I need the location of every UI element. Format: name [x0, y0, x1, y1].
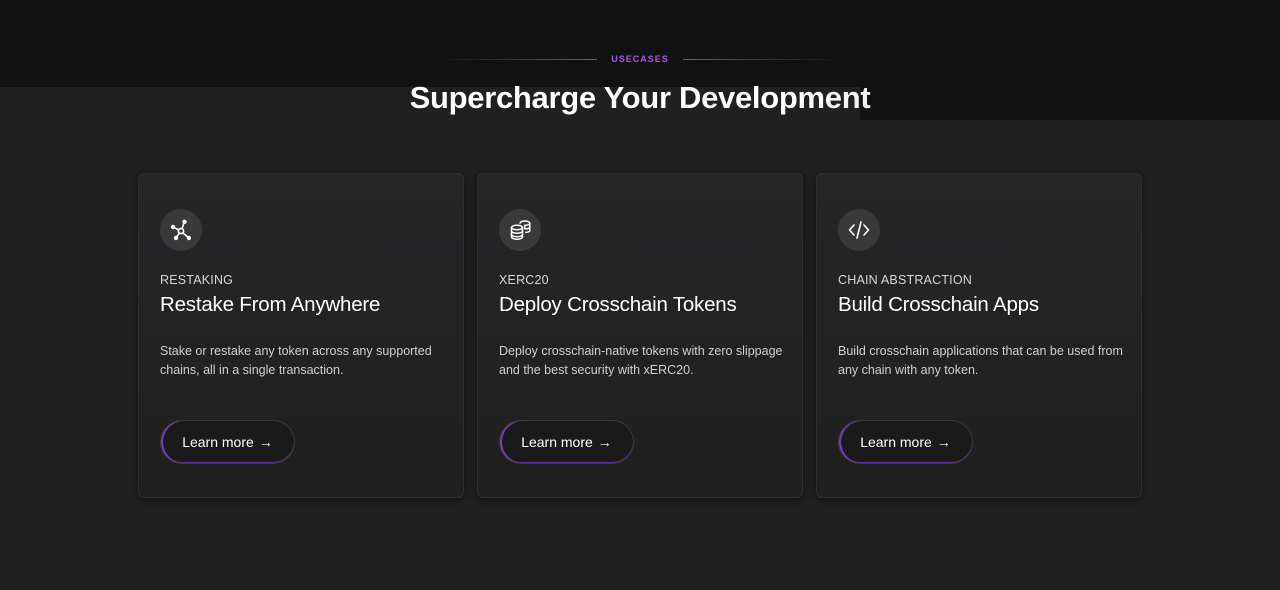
card-description: Build crosschain applications that can b…: [838, 344, 1123, 377]
arrow-right-icon: →: [597, 434, 612, 450]
card-description: Stake or restake any token across any su…: [160, 344, 432, 377]
arrow-right-icon: →: [258, 434, 273, 450]
top-band: [0, 0, 1280, 87]
eyebrow-label: USECASES: [611, 54, 669, 64]
card-restaking: RESTAKING Restake From Anywhere Stake or…: [138, 173, 464, 498]
learn-more-label: Learn more: [521, 434, 593, 450]
card-chain-abstraction: CHAIN ABSTRACTION Build Crosschain Apps …: [816, 173, 1142, 498]
coin-stack-icon: [499, 209, 541, 251]
learn-more-button[interactable]: Learn more →: [499, 420, 634, 464]
card-title: Deploy Crosschain Tokens: [499, 293, 737, 316]
card-xerc20: XERC20 Deploy Crosschain Tokens Deploy c…: [477, 173, 803, 498]
card-kicker: RESTAKING: [160, 273, 234, 287]
card-kicker: XERC20: [499, 273, 549, 287]
card-kicker: CHAIN ABSTRACTION: [838, 273, 972, 287]
learn-more-label: Learn more: [860, 434, 932, 450]
eyebrow-divider-right: [682, 58, 843, 60]
card-description: Deploy crosschain-native tokens with zer…: [499, 344, 783, 377]
learn-more-label: Learn more: [182, 434, 254, 450]
learn-more-button[interactable]: Learn more →: [838, 420, 973, 464]
section-headline: Supercharge Your Development: [0, 80, 1280, 116]
card-title: Restake From Anywhere: [160, 293, 381, 316]
learn-more-button[interactable]: Learn more →: [160, 420, 295, 464]
code-icon: [838, 209, 880, 251]
network-hub-icon: [160, 209, 202, 251]
usecase-cards: RESTAKING Restake From Anywhere Stake or…: [138, 173, 1142, 498]
section-eyebrow: USECASES: [0, 54, 1280, 64]
eyebrow-divider-left: [437, 58, 598, 60]
card-title: Build Crosschain Apps: [838, 293, 1039, 316]
arrow-right-icon: →: [936, 434, 951, 450]
